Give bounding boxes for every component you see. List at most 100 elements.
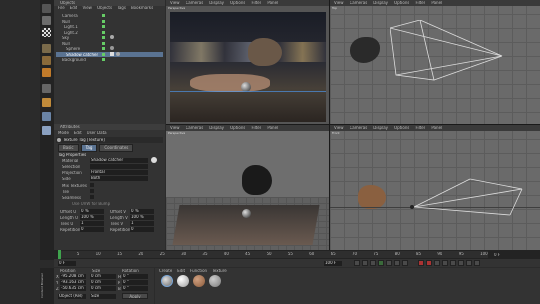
next-frame-icon[interactable] xyxy=(386,260,392,266)
menu-edit[interactable]: Edit xyxy=(177,269,185,273)
param-key-icon[interactable] xyxy=(466,260,472,266)
length-u-field[interactable]: 100 % xyxy=(80,215,104,220)
menu-texture[interactable]: Texture xyxy=(212,269,227,273)
start-frame-field[interactable]: 0 F xyxy=(58,261,76,266)
seamless-checkbox[interactable] xyxy=(90,195,94,199)
material-swatch[interactable] xyxy=(209,275,221,287)
offset-u-field[interactable]: 0 % xyxy=(80,209,104,214)
vp-menu-panel[interactable]: Panel xyxy=(431,1,442,6)
vp-menu-options[interactable]: Options xyxy=(230,1,245,6)
vp-menu-display[interactable]: Display xyxy=(209,1,224,6)
menu-objects[interactable]: Objects xyxy=(97,6,112,12)
rotation-h-field[interactable]: 0 ° xyxy=(122,274,148,279)
vp-menu-cameras[interactable]: Cameras xyxy=(186,126,204,131)
vp-menu-cameras[interactable]: Cameras xyxy=(186,1,204,6)
vp-menu-filter[interactable]: Filter xyxy=(415,126,425,131)
next-key-icon[interactable] xyxy=(394,260,400,266)
key-selection-icon[interactable] xyxy=(434,260,440,266)
checker-icon[interactable] xyxy=(42,28,51,37)
material-swatch[interactable] xyxy=(177,275,189,287)
sky-tag-icon[interactable] xyxy=(110,35,114,39)
menu-function[interactable]: Function xyxy=(190,269,207,273)
go-to-start-icon[interactable] xyxy=(354,260,360,266)
prev-frame-icon[interactable] xyxy=(370,260,376,266)
tab-tag[interactable]: Tag xyxy=(80,144,98,152)
menu-file[interactable]: File xyxy=(58,6,65,12)
repetitions-u-field[interactable]: 0 xyxy=(80,227,104,232)
end-frame-field[interactable]: 100 F xyxy=(324,261,342,266)
vp-menu-display[interactable]: Display xyxy=(373,1,388,6)
content-browser-tab[interactable]: Content Browser xyxy=(40,268,54,304)
rotation-b-field[interactable]: 0 ° xyxy=(122,286,148,291)
prev-key-icon[interactable] xyxy=(362,260,368,266)
tab-basic[interactable]: Basic xyxy=(58,144,79,152)
vp-menu-panel[interactable]: Panel xyxy=(267,1,278,6)
size-y-field[interactable]: 0 cm xyxy=(90,280,116,285)
vp-menu-panel[interactable]: Panel xyxy=(431,126,442,131)
record-icon[interactable] xyxy=(418,260,424,266)
texture-tag-icon[interactable] xyxy=(116,51,120,56)
vp-menu-display[interactable]: Display xyxy=(209,126,224,131)
position-y-field[interactable]: -93.163 cm xyxy=(60,280,86,285)
projection-select[interactable]: Frontal xyxy=(90,170,148,175)
material-swatch-icon[interactable] xyxy=(151,157,157,163)
compositing-tag-icon[interactable] xyxy=(110,51,114,56)
vp-menu-view[interactable]: View xyxy=(170,126,180,131)
vp-menu-view[interactable]: View xyxy=(334,126,344,131)
tiles-v-field[interactable]: 1 xyxy=(130,221,154,226)
offset-v-field[interactable]: 0 % xyxy=(130,209,154,214)
vp-menu-cameras[interactable]: Cameras xyxy=(350,126,368,131)
vp-menu-view[interactable]: View xyxy=(170,1,180,6)
mix-textures-checkbox[interactable] xyxy=(90,183,94,187)
position-z-field[interactable]: -50.635 cm xyxy=(60,286,86,291)
auto-key-icon[interactable] xyxy=(426,260,432,266)
coord-mode-select[interactable]: Object (Rel) xyxy=(58,294,86,299)
uv-mode-icon[interactable] xyxy=(42,84,51,93)
side-select[interactable]: Both xyxy=(90,176,148,181)
vp-menu-options[interactable]: Options xyxy=(394,126,409,131)
play-icon[interactable] xyxy=(378,260,384,266)
menu-tags[interactable]: Tags xyxy=(117,6,126,12)
menu-mode[interactable]: Mode xyxy=(58,131,69,135)
size-z-field[interactable]: 0 cm xyxy=(90,286,116,291)
apply-button[interactable]: Apply xyxy=(122,293,148,299)
viewport-front[interactable]: View Cameras Display Options Filter Pane… xyxy=(330,125,540,250)
menu-edit[interactable]: Edit xyxy=(70,6,78,12)
vp-menu-panel[interactable]: Panel xyxy=(267,126,278,131)
material-field[interactable]: Shadow catcher xyxy=(90,158,148,163)
size-mode-select[interactable]: Size xyxy=(90,294,116,299)
size-x-field[interactable]: 0 cm xyxy=(90,274,116,279)
position-x-field[interactable]: -95.208 cm xyxy=(60,274,86,279)
menu-view[interactable]: View xyxy=(82,6,92,12)
edge-mode-icon[interactable] xyxy=(42,56,51,65)
viewport-perspective[interactable]: View Cameras Display Options Filter Pane… xyxy=(166,0,329,124)
go-to-end-icon[interactable] xyxy=(402,260,408,266)
material-tag-icon[interactable] xyxy=(110,46,114,50)
undo-icon[interactable] xyxy=(42,4,51,13)
menu-bookmarks[interactable]: Bookmarks xyxy=(131,6,153,12)
sculpt-icon[interactable] xyxy=(42,126,51,135)
vp-menu-options[interactable]: Options xyxy=(394,1,409,6)
vp-menu-cameras[interactable]: Cameras xyxy=(350,1,368,6)
length-v-field[interactable]: 100 % xyxy=(130,215,154,220)
vp-menu-view[interactable]: View xyxy=(334,1,344,6)
viewport-top[interactable]: View Cameras Display Options Filter Pane… xyxy=(330,0,540,124)
scale-key-icon[interactable] xyxy=(450,260,456,266)
tiles-u-field[interactable]: 1 xyxy=(80,221,104,226)
playhead[interactable] xyxy=(58,250,61,259)
menu-edit[interactable]: Edit xyxy=(74,131,82,135)
polygon-mode-icon[interactable] xyxy=(42,68,51,77)
tile-checkbox[interactable] xyxy=(90,189,94,193)
point-mode-icon[interactable] xyxy=(42,44,51,53)
vp-menu-options[interactable]: Options xyxy=(230,126,245,131)
rotation-p-field[interactable]: 0 ° xyxy=(122,280,148,285)
model-mode-icon[interactable] xyxy=(42,16,51,25)
material-swatch[interactable] xyxy=(161,275,173,287)
vp-menu-filter[interactable]: Filter xyxy=(415,1,425,6)
snap-icon[interactable] xyxy=(42,112,51,121)
vp-menu-display[interactable]: Display xyxy=(373,126,388,131)
rotation-key-icon[interactable] xyxy=(458,260,464,266)
selection-field[interactable] xyxy=(90,164,148,169)
repetitions-v-field[interactable]: 0 xyxy=(130,227,154,232)
menu-create[interactable]: Create xyxy=(159,269,172,273)
